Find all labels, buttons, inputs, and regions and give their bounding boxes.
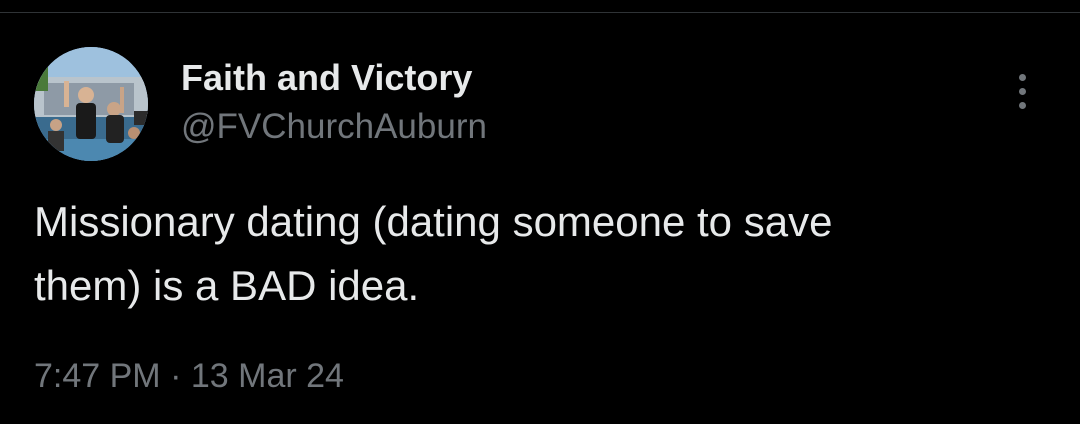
user-handle[interactable]: @FVChurchAuburn	[181, 105, 487, 149]
more-vertical-icon	[1019, 74, 1026, 81]
more-vertical-icon	[1019, 88, 1026, 95]
tweet-text-line: them) is a BAD idea.	[34, 262, 420, 309]
profile-photo-icon	[34, 47, 148, 161]
tweet-text-line: Missionary dating (dating someone to sav…	[34, 198, 833, 245]
tweet-time[interactable]: 7:47 PM	[34, 357, 161, 395]
tweet-text: Missionary dating (dating someone to sav…	[34, 190, 1034, 318]
meta-separator: ·	[170, 357, 182, 395]
top-divider	[0, 12, 1080, 13]
tweet-metadata: 7:47 PM · 13 Mar 24	[34, 354, 344, 398]
avatar[interactable]	[34, 47, 148, 161]
tweet-date[interactable]: 13 Mar 24	[191, 357, 344, 395]
more-vertical-icon	[1019, 102, 1026, 109]
more-options-button[interactable]	[1006, 74, 1040, 112]
display-name[interactable]: Faith and Victory	[181, 56, 472, 100]
